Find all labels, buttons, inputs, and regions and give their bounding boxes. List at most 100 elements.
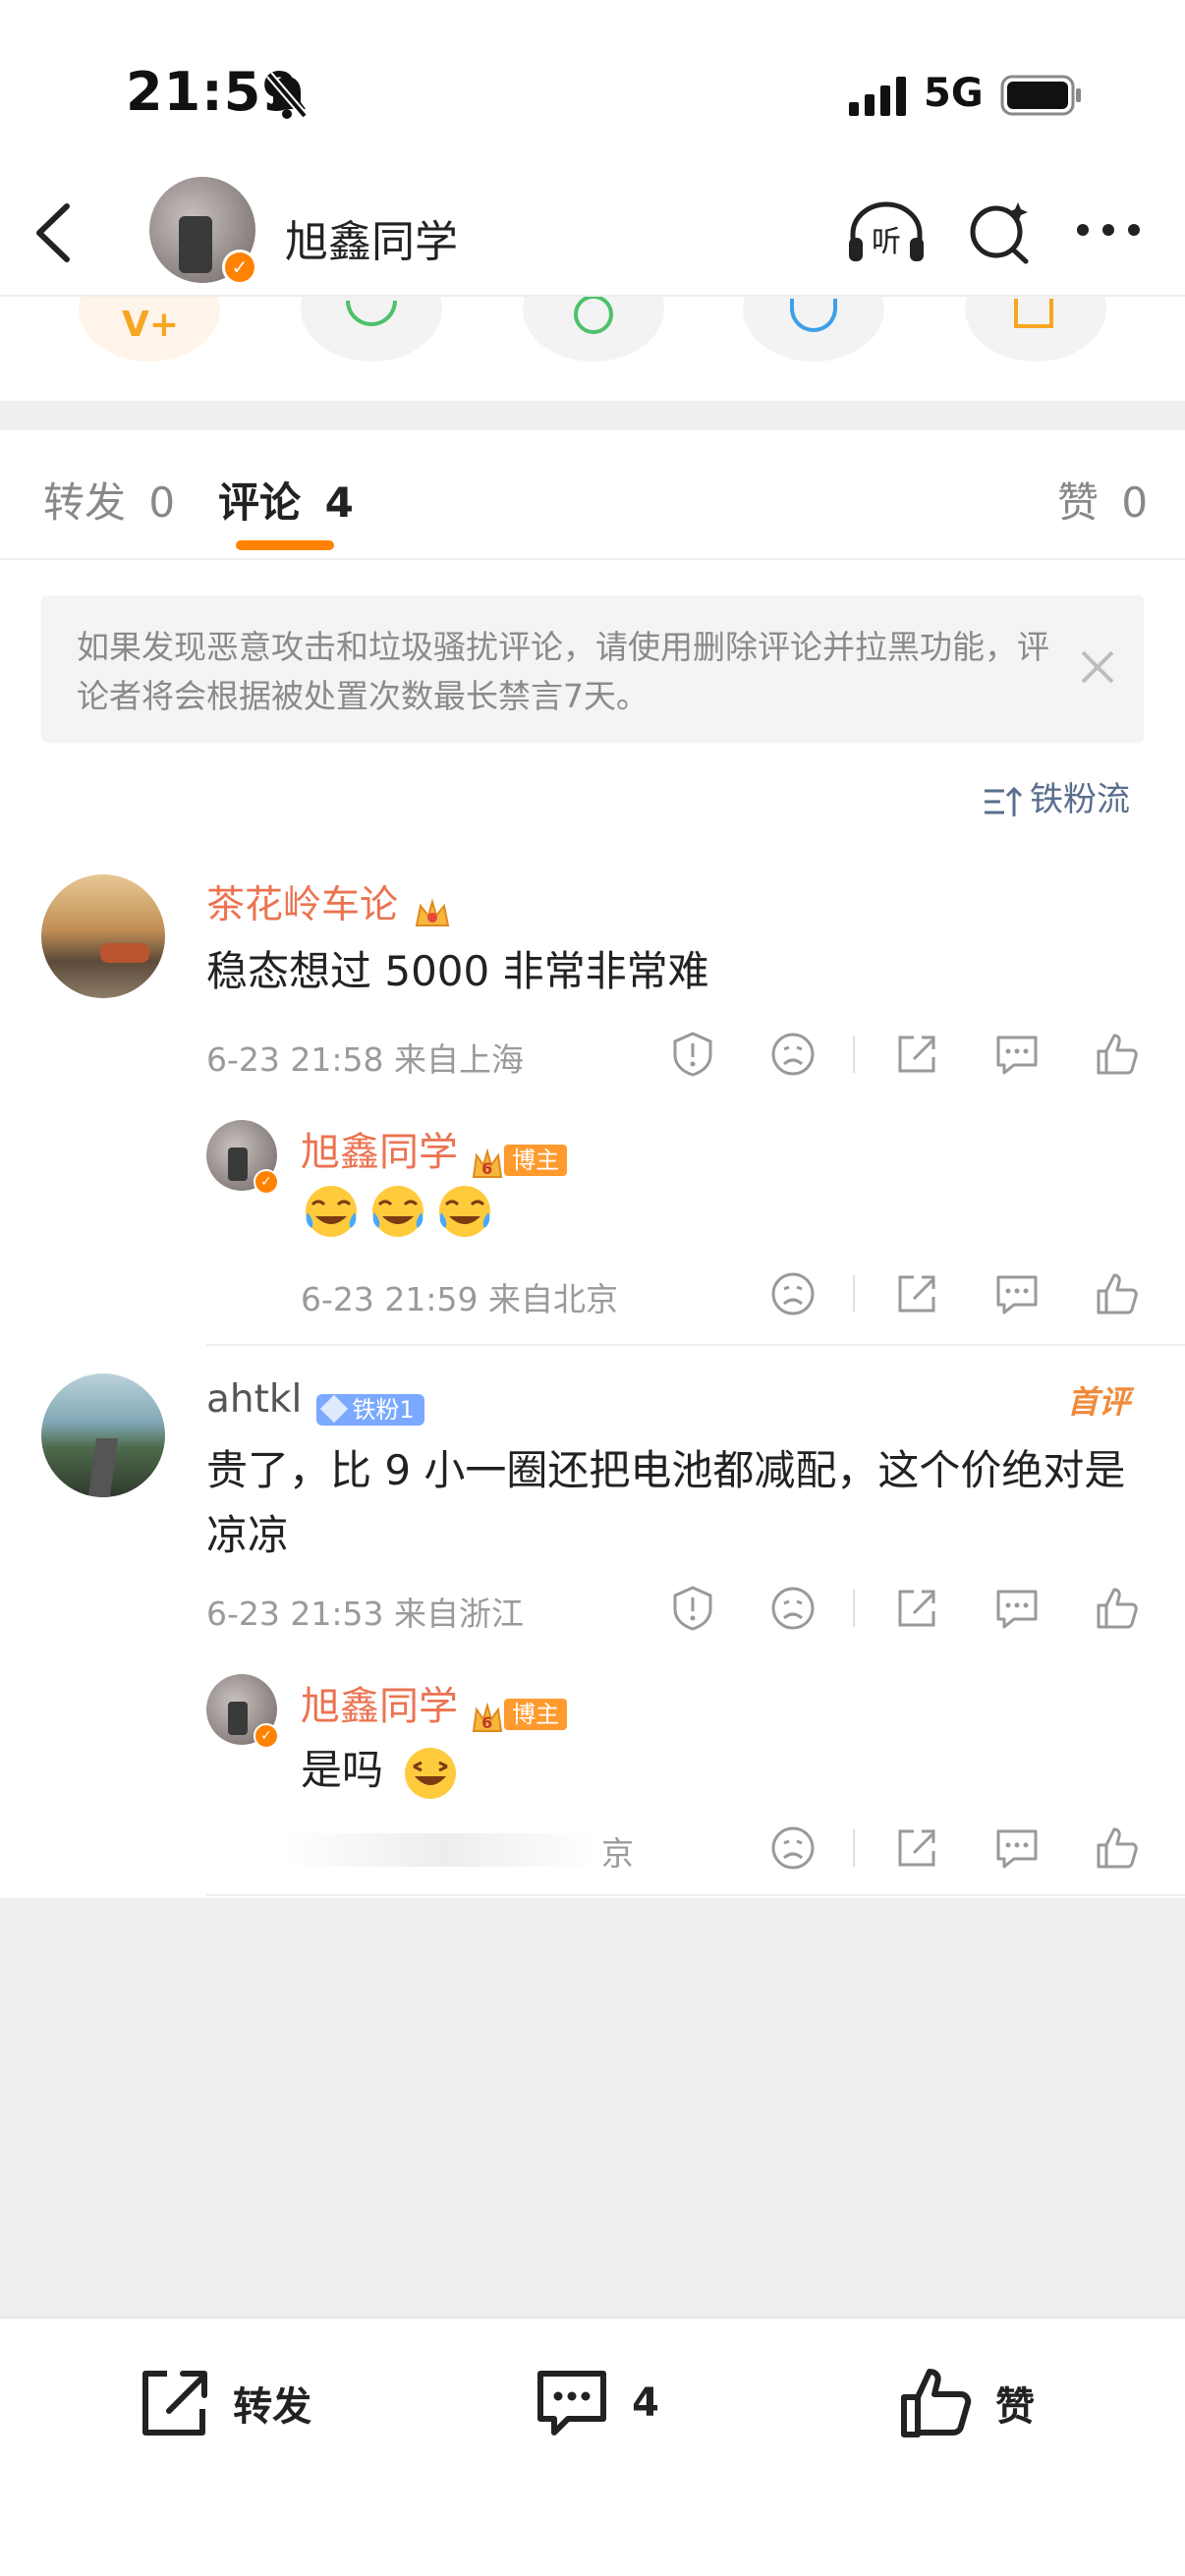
comment-text: 稳态想过 5000 非常非常难 xyxy=(206,947,709,995)
action-divider xyxy=(853,1829,855,1867)
dislike-face-icon[interactable] xyxy=(768,1269,818,1318)
like-icon[interactable] xyxy=(1093,1823,1142,1873)
dislike-face-icon[interactable] xyxy=(768,1584,818,1633)
host-badge: 6 博主 xyxy=(471,1695,568,1735)
dislike-face-icon[interactable] xyxy=(768,1030,818,1079)
verified-badge-icon: ✓ xyxy=(254,1169,279,1195)
section-separator xyxy=(0,401,1185,430)
tab-repost-label: 转发 xyxy=(43,478,127,527)
comment-bubble-icon xyxy=(537,2371,606,2436)
close-icon[interactable] xyxy=(1073,643,1122,692)
reply-username[interactable]: 旭鑫同学 xyxy=(301,1684,458,1729)
comment-username[interactable]: 茶花岭车论 xyxy=(206,883,398,927)
comment-meta: 6-23 21:58 来自上海 xyxy=(206,1040,524,1079)
sort-label: 铁粉流 xyxy=(1030,780,1130,819)
fan-badge-label: 铁粉1 xyxy=(352,1396,415,1424)
tab-likes-label: 赞 xyxy=(1057,478,1100,527)
header-title: 旭鑫同学 xyxy=(285,217,458,267)
report-icon[interactable] xyxy=(668,1030,717,1079)
crown-level-icon: 6 xyxy=(471,1702,504,1735)
like-icon[interactable] xyxy=(1093,1030,1142,1079)
tabs-divider xyxy=(0,558,1185,560)
share-icon[interactable] xyxy=(892,1823,941,1873)
laugh-cry-emoji-icon xyxy=(436,1183,493,1240)
blurred-meta xyxy=(285,1833,599,1867)
comment-icon[interactable] xyxy=(992,1269,1042,1318)
comment-header: 茶花岭车论 xyxy=(206,874,452,931)
badge-level: 6 xyxy=(481,1712,493,1732)
sort-button[interactable]: 铁粉流 xyxy=(983,772,1130,820)
bottom-toolbar: 转发 4 赞 xyxy=(0,2317,1185,2576)
reply-header: 旭鑫同学 6 博主 xyxy=(301,1120,568,1181)
host-label: 博主 xyxy=(504,1145,568,1177)
report-icon[interactable] xyxy=(668,1584,717,1633)
repost-button[interactable]: 转发 xyxy=(134,2364,311,2442)
back-icon[interactable] xyxy=(29,198,79,267)
tab-repost[interactable]: 转发 0 xyxy=(43,470,175,530)
dislike-face-icon[interactable] xyxy=(768,1823,818,1873)
reply-header: 旭鑫同学 6 博主 xyxy=(301,1674,568,1735)
moments-share-icon[interactable] xyxy=(523,295,664,362)
reply-text-row: 是吗 xyxy=(301,1737,459,1802)
comment-meta: 6-23 21:53 来自浙江 xyxy=(206,1595,524,1633)
share-icon[interactable] xyxy=(892,1269,941,1318)
like-button[interactable]: 赞 xyxy=(896,2364,1035,2442)
active-tab-indicator xyxy=(236,540,334,550)
tab-comments-label: 评论 xyxy=(218,478,302,527)
vip-share-icon[interactable]: V+ xyxy=(79,295,220,362)
host-label: 博主 xyxy=(504,1699,568,1731)
tab-comments-count: 4 xyxy=(324,478,354,527)
notice-text: 如果发现恶意攻击和垃圾骚扰评论，请使用删除评论并拉黑功能，评论者将会根据被处置次… xyxy=(77,628,1049,715)
comment-icon[interactable] xyxy=(992,1584,1042,1633)
silent-bell-icon xyxy=(265,72,309,119)
first-comment-tag: 首评 xyxy=(1067,1383,1131,1421)
comment-button[interactable]: 4 xyxy=(533,2364,659,2442)
listen-icon[interactable]: 听 xyxy=(845,196,928,265)
comment-avatar[interactable] xyxy=(41,874,165,998)
download-share-icon[interactable] xyxy=(965,295,1106,362)
network-type: 5G xyxy=(924,71,984,116)
reply-text: 是吗 xyxy=(301,1746,384,1794)
laugh-cry-emoji-icon xyxy=(369,1183,426,1240)
fan-badge: 铁粉1 xyxy=(316,1394,424,1426)
comment-username[interactable]: ahtkl xyxy=(206,1377,302,1422)
reply-meta: 6-23 21:59 来自北京 xyxy=(301,1280,618,1318)
reply-emoji-row xyxy=(303,1183,493,1244)
like-icon[interactable] xyxy=(1093,1584,1142,1633)
share-icon[interactable] xyxy=(892,1584,941,1633)
action-divider xyxy=(853,1036,855,1073)
share-row: V+ xyxy=(0,295,1185,401)
host-badge: 6 博主 xyxy=(471,1141,568,1181)
tab-comments[interactable]: 评论 4 xyxy=(218,470,354,530)
comment-avatar[interactable] xyxy=(41,1373,165,1497)
comment-text: 贵了，比 9 小一圈还把电池都减配，这个价绝对是凉凉 xyxy=(206,1446,1126,1559)
badge-level: 6 xyxy=(481,1158,493,1178)
reply-meta: 京 xyxy=(601,1834,634,1873)
verified-badge-icon: ✓ xyxy=(254,1723,279,1749)
like-icon[interactable] xyxy=(1093,1269,1142,1318)
search-icon[interactable] xyxy=(965,196,1034,265)
comment-icon[interactable] xyxy=(992,1030,1042,1079)
tab-likes[interactable]: 赞 0 xyxy=(1057,470,1148,530)
comment-count: 4 xyxy=(632,2380,659,2426)
action-divider xyxy=(853,1590,855,1627)
comment-divider xyxy=(206,1894,1185,1896)
laugh-cry-emoji-icon xyxy=(303,1183,360,1240)
moderation-notice: 如果发现恶意攻击和垃圾骚扰评论，请使用删除评论并拉黑功能，评论者将会根据被处置次… xyxy=(41,595,1144,743)
battery-icon xyxy=(1000,75,1081,116)
reply-username[interactable]: 旭鑫同学 xyxy=(301,1130,458,1175)
svg-text:听: 听 xyxy=(872,225,901,259)
sort-icon xyxy=(985,786,1023,816)
comment-icon[interactable] xyxy=(992,1823,1042,1873)
share-icon[interactable] xyxy=(892,1030,941,1079)
action-divider xyxy=(853,1275,855,1313)
tab-repost-count: 0 xyxy=(148,478,176,527)
like-label: 赞 xyxy=(995,2384,1036,2430)
repost-label: 转发 xyxy=(233,2384,312,2430)
thumbs-up-icon xyxy=(901,2369,972,2437)
comment-header: ahtkl 铁粉1 xyxy=(206,1377,424,1426)
wechat-share-icon[interactable] xyxy=(301,295,442,362)
qq-share-icon[interactable] xyxy=(743,295,884,362)
more-icon[interactable] xyxy=(1075,220,1144,240)
diamond-icon xyxy=(320,1394,349,1424)
